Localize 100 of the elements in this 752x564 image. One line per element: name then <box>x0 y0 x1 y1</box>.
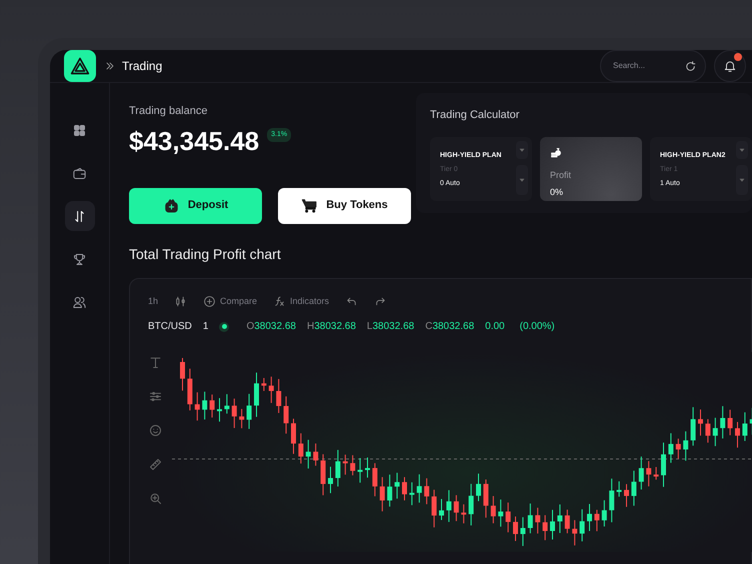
candlestick <box>254 372 259 418</box>
nav-button[interactable] <box>64 201 94 231</box>
candlestick <box>306 439 311 470</box>
candlestick <box>490 496 496 524</box>
candlestick <box>224 394 230 414</box>
candlestick <box>506 502 511 533</box>
candlestick <box>350 454 356 476</box>
candlestick <box>394 472 400 500</box>
users-icon <box>72 294 87 310</box>
candlestick <box>698 409 703 436</box>
ruler-icon <box>148 456 163 472</box>
caret-down-icon <box>738 176 746 184</box>
dropdown-toggle[interactable] <box>516 140 528 158</box>
candlestick <box>609 478 614 523</box>
candlestick <box>187 368 192 411</box>
chart-tool-button[interactable] <box>148 422 164 438</box>
text-tool-icon <box>148 354 163 370</box>
candlestick <box>239 408 244 429</box>
candlestick <box>328 466 333 494</box>
candlestick <box>276 378 282 414</box>
candlestick <box>298 432 304 464</box>
candlestick-icon[interactable] <box>174 294 188 308</box>
calculator-title: Trading Calculator <box>430 108 520 123</box>
candlestick <box>180 358 185 392</box>
cart-icon <box>301 197 318 214</box>
candlestick <box>720 406 726 439</box>
candlestick <box>268 376 274 404</box>
smiley-icon <box>148 422 163 438</box>
buy-tokens-button[interactable]: Buy Tokens <box>278 188 411 224</box>
money-stack-icon <box>550 146 562 158</box>
candlestick <box>468 483 474 526</box>
chart-title: Total Trading Profit chart <box>129 244 282 264</box>
candlestick <box>728 409 733 436</box>
profit-card[interactable]: Profit 0% <box>540 136 642 200</box>
candlestick <box>676 438 681 460</box>
change-percent: (0.00%) <box>520 320 555 334</box>
balance-label: Trading balance <box>129 104 208 119</box>
candlestick <box>631 470 636 506</box>
candlestick <box>587 503 592 532</box>
zoom-in-icon <box>148 490 163 506</box>
deposit-button[interactable]: Deposit <box>129 188 262 224</box>
candlestick <box>616 480 622 498</box>
candlestick <box>387 474 392 508</box>
candlestick <box>358 458 363 484</box>
candlestick <box>291 418 296 454</box>
notifications-button[interactable] <box>714 50 746 82</box>
candlestick <box>439 498 444 520</box>
trophy-icon <box>72 252 87 266</box>
money-bag-icon <box>162 197 180 214</box>
candlestick <box>594 509 600 532</box>
candlestick <box>284 396 289 434</box>
ohlc-value: O38032.68 <box>246 320 296 334</box>
candlestick <box>602 500 607 527</box>
candlestick <box>261 378 266 392</box>
dropdown-toggle[interactable] <box>736 164 748 194</box>
change-value: 0.00 <box>485 320 505 334</box>
candlestick <box>520 516 526 546</box>
candlestick <box>210 394 215 418</box>
candlestick <box>202 391 208 420</box>
symbol-label: BTC/USD <box>148 320 192 334</box>
search-input[interactable]: Search... <box>611 59 681 73</box>
candlestick <box>483 479 488 518</box>
candlestick <box>402 476 407 501</box>
candlestick <box>654 466 659 480</box>
candlestick <box>320 454 326 496</box>
interval-button[interactable]: 1h <box>148 294 158 308</box>
bell-icon <box>723 59 737 73</box>
dropdown-toggle[interactable] <box>516 164 528 194</box>
chart-tool-button[interactable] <box>148 456 164 472</box>
candlestick <box>217 398 222 422</box>
candlestick <box>535 507 540 534</box>
candlestick <box>432 489 437 528</box>
candlestick <box>638 456 644 490</box>
double-chevron-icon[interactable] <box>104 60 116 72</box>
ohlc-value: L38032.68 <box>366 320 414 334</box>
candlestick <box>342 454 348 476</box>
candlestick <box>416 474 422 504</box>
candlestick <box>550 509 555 540</box>
candlestick <box>564 509 570 534</box>
caret-down-icon <box>518 176 526 184</box>
interval-label: 1 <box>202 320 208 334</box>
compare-button[interactable]: Compare <box>203 294 258 308</box>
dropdown-toggle[interactable] <box>736 140 748 158</box>
candlestick <box>690 406 696 446</box>
candlestick <box>705 418 710 444</box>
refresh-icon[interactable] <box>684 60 697 72</box>
candlestick <box>646 460 652 487</box>
candlestick <box>557 504 562 534</box>
candlestick <box>365 457 370 478</box>
search-field[interactable]: Search... <box>600 50 706 82</box>
candlestick <box>624 484 629 508</box>
grid-icon <box>72 122 87 138</box>
candlestick <box>476 473 481 502</box>
candlestick <box>498 499 504 528</box>
candlestick <box>232 398 237 429</box>
profit-label: Profit <box>550 168 572 182</box>
candlestick <box>661 442 666 488</box>
candlestick <box>528 503 533 534</box>
indicators-button[interactable]: Indicators <box>273 294 330 308</box>
candlestick <box>513 516 518 542</box>
